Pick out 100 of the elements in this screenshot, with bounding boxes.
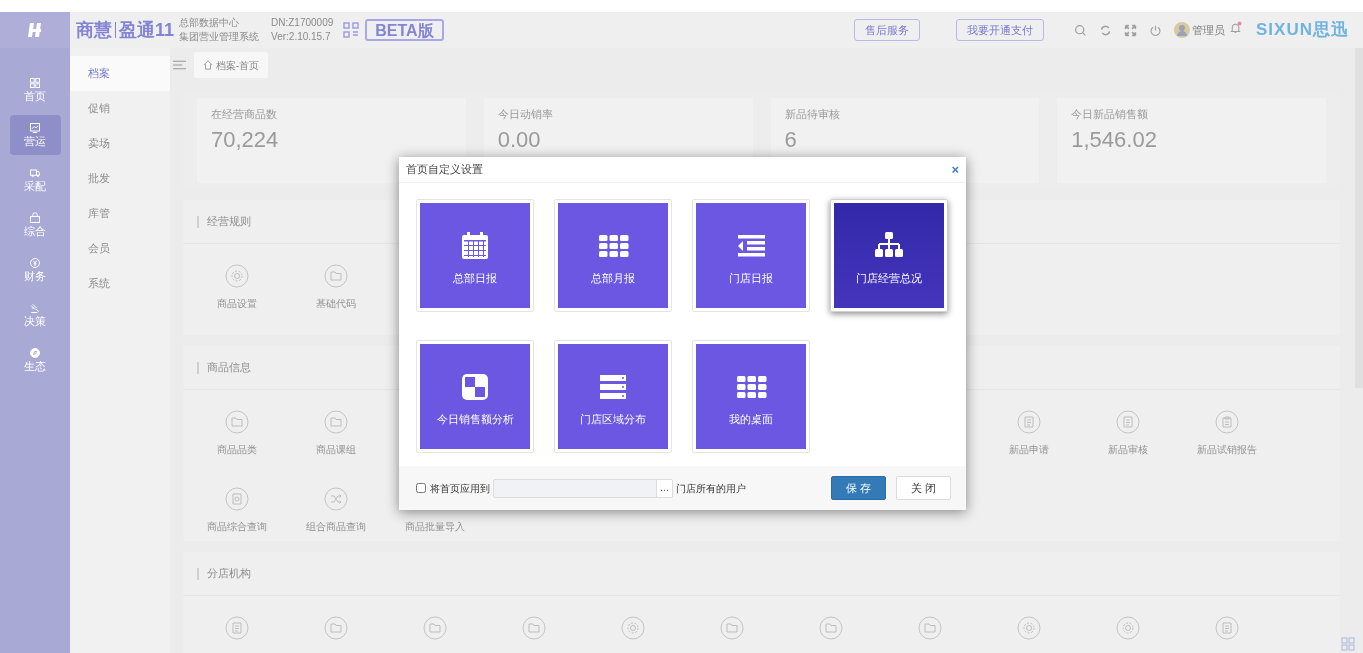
folder-icon[interactable]	[521, 616, 546, 640]
clipboard-icon[interactable]	[1214, 410, 1239, 434]
avatar-icon[interactable]	[1174, 22, 1191, 38]
store-field[interactable]: ...	[493, 478, 673, 498]
folder-icon[interactable]	[719, 616, 744, 640]
shortcut-label[interactable]: 商品综合查询	[206, 519, 267, 534]
subtitle: 集团营业管理系统	[179, 30, 260, 44]
breadcrumb-tab[interactable]: 档案-首页	[194, 52, 269, 78]
document-icon[interactable]	[1016, 410, 1041, 434]
document-icon[interactable]	[224, 616, 249, 640]
user-name[interactable]: 管理员	[1192, 21, 1226, 39]
section-title: 经营规则	[207, 214, 251, 230]
bell-icon[interactable]	[1229, 20, 1243, 34]
search-icon[interactable]	[1074, 23, 1088, 37]
shuffle-icon[interactable]	[323, 487, 348, 511]
shortcut-label[interactable]: 基础代码	[315, 296, 356, 311]
header-button[interactable]: 我要开通支付	[956, 19, 1045, 41]
grid-icon[interactable]	[1341, 637, 1355, 651]
home-icon	[203, 60, 213, 70]
rail-item[interactable]: 财务	[9, 250, 61, 290]
coin-icon	[29, 257, 41, 269]
browse-button[interactable]: ...	[656, 479, 672, 497]
gear-icon[interactable]	[224, 264, 249, 288]
stat-value: 1,546.02	[1071, 126, 1157, 153]
brand-name: 盈通11	[119, 18, 175, 42]
menu-item[interactable]: 档案	[70, 56, 170, 91]
folder-icon[interactable]	[323, 264, 348, 288]
save-button[interactable]: 保 存	[831, 476, 886, 500]
apply-label: 将首页应用到	[430, 481, 490, 496]
apply-suffix: 门店所有的用户	[676, 481, 746, 496]
shortcut-label[interactable]: 商品品类	[216, 442, 257, 457]
folder-icon[interactable]	[323, 616, 348, 640]
rail-item[interactable]: 营运	[9, 115, 61, 155]
stat-label: 今日新品销售额	[1071, 107, 1149, 122]
dashboard-tile[interactable]: 总部月报	[554, 199, 672, 312]
dashboard-tile[interactable]: 门店日报	[692, 199, 810, 312]
document-icon[interactable]	[1214, 616, 1239, 640]
rail-item[interactable]: 采配	[9, 160, 61, 200]
stat-value: 6	[784, 126, 797, 153]
device-number: DN:Z1700009	[271, 16, 334, 30]
menu-item[interactable]: 会员	[70, 231, 170, 266]
shortcut-label[interactable]: 商品批量导入	[404, 519, 465, 534]
power-icon[interactable]	[1149, 23, 1163, 37]
shortcut-label[interactable]: 商品设置	[216, 296, 257, 311]
folder-icon[interactable]	[818, 616, 843, 640]
gear-icon[interactable]	[1016, 616, 1041, 640]
stat-label: 在经营商品数	[211, 107, 277, 122]
shortcut-label[interactable]: 新品试销报告	[1196, 442, 1257, 457]
menu-item[interactable]: 卖场	[70, 126, 170, 161]
menu-item[interactable]: 批发	[70, 161, 170, 196]
dashboard-tile[interactable]: 总部日报	[416, 199, 534, 312]
shortcut-label[interactable]: 商品课组	[315, 442, 356, 457]
rail-item[interactable]: 综合	[9, 205, 61, 245]
brand-name: 商慧	[76, 18, 112, 42]
folder-icon[interactable]	[917, 616, 942, 640]
subtitle: 总部数据中心	[179, 16, 241, 30]
stat-value: 0.00	[497, 126, 541, 153]
header-button[interactable]: 售后服务	[854, 19, 921, 41]
gear-icon[interactable]	[1115, 616, 1140, 640]
rail-item[interactable]: 首页	[9, 70, 61, 110]
dialog-title: 首页自定义设置	[406, 162, 483, 178]
gavel-icon	[29, 302, 41, 314]
dashboard-tile[interactable]: 今日销售额分析	[416, 339, 534, 453]
truck-icon	[29, 167, 41, 179]
stat-label: 今日动销率	[497, 107, 553, 122]
dashboard-tile[interactable]: 我的桌面	[692, 339, 810, 453]
shortcut-label[interactable]: 新品审核	[1107, 442, 1148, 457]
beta-badge: BETA版	[365, 19, 444, 41]
fullscreen-icon[interactable]	[1124, 23, 1138, 37]
folder-icon[interactable]	[422, 616, 447, 640]
close-button[interactable]: ×	[951, 163, 959, 176]
section-title: 分店机构	[207, 566, 251, 582]
dashboard-tile[interactable]: 门店经营总况	[830, 199, 948, 312]
rail-item[interactable]: 生态	[9, 340, 61, 380]
bag-icon	[29, 212, 41, 224]
folder-icon[interactable]	[323, 410, 348, 434]
menu-item[interactable]: 系统	[70, 266, 170, 301]
close-dialog-button[interactable]: 关 闭	[896, 476, 951, 500]
breadcrumb-text: 档案-首页	[216, 58, 260, 73]
qr-code-icon[interactable]	[343, 22, 360, 38]
version-text: Ver:2.10.15.7	[271, 30, 332, 44]
stat-value: 70,224	[211, 126, 279, 153]
refresh-icon[interactable]	[1099, 23, 1113, 37]
document-icon[interactable]	[1115, 410, 1140, 434]
apply-checkbox[interactable]	[416, 483, 426, 493]
menu-item[interactable]: 促销	[70, 91, 170, 126]
shortcut-label[interactable]: 组合商品查询	[305, 519, 366, 534]
section-title: 商品信息	[207, 360, 251, 376]
rail-item[interactable]: 决策	[9, 295, 61, 335]
dashboard-tile[interactable]: 门店区域分布	[554, 339, 672, 453]
shortcut-label[interactable]: 新品申请	[1008, 442, 1049, 457]
gear-icon[interactable]	[620, 616, 645, 640]
brand-logo: SIXUN思迅	[1256, 19, 1349, 42]
search-document-icon[interactable]	[224, 487, 249, 511]
menu-item[interactable]: 库管	[70, 196, 170, 231]
folder-icon[interactable]	[224, 410, 249, 434]
menu-icon[interactable]	[173, 60, 186, 70]
grid-icon	[29, 77, 41, 89]
chart-icon	[29, 122, 41, 134]
compass-icon	[29, 347, 41, 359]
